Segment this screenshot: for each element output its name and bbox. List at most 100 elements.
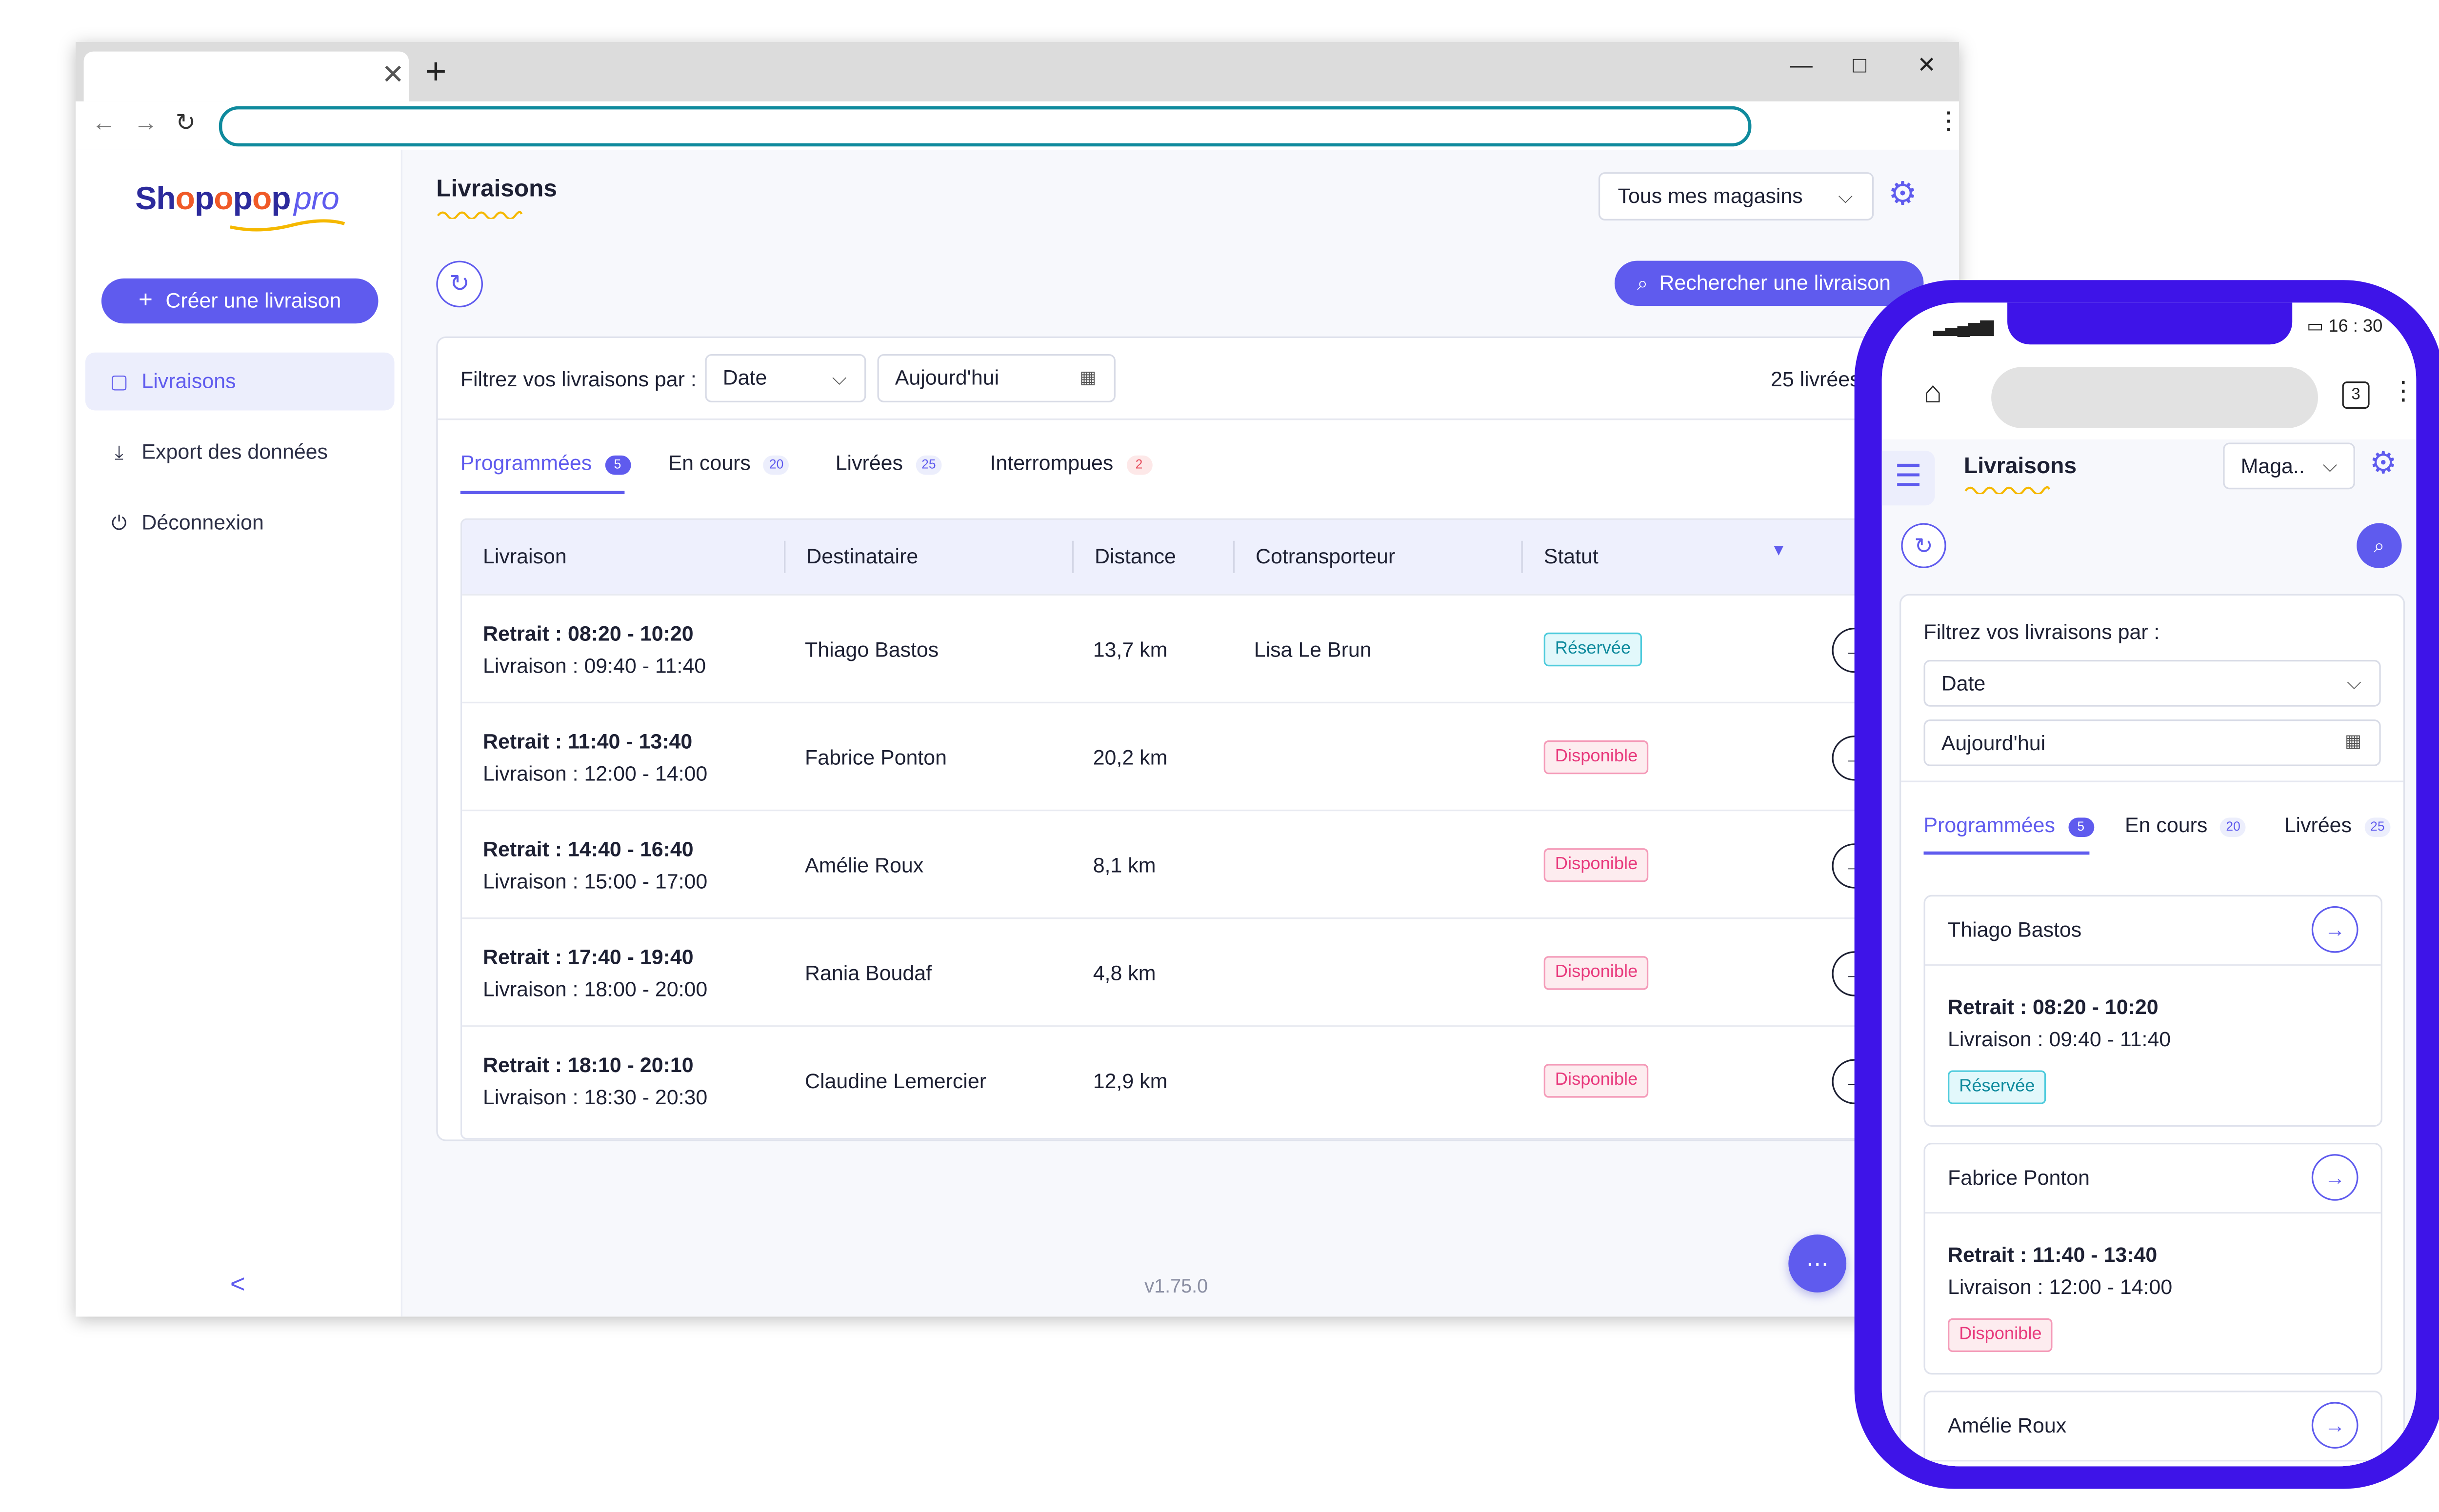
column-header[interactable]: Statut: [1544, 544, 1599, 570]
home-icon[interactable]: ⌂: [1924, 377, 1942, 412]
tab-count-icon[interactable]: 3: [2342, 381, 2370, 409]
arrow-right-icon[interactable]: →: [2311, 1154, 2359, 1201]
shopopop-logo[interactable]: Shopopop pro: [135, 180, 339, 219]
table-header: Livraison Destinataire Distance Cotransp…: [462, 519, 1959, 594]
signal-icon: ▂▃▄▅▆: [1933, 317, 1994, 337]
delivery-card[interactable]: Amélie Roux →: [1923, 1391, 2382, 1467]
sidebar-item-logout[interactable]: ⏻ Déconnexion: [85, 494, 395, 552]
table-row[interactable]: Retrait : 17:40 - 19:40 Livraison : 18:0…: [462, 917, 1959, 1027]
status-badge: Réservée: [1543, 632, 1642, 667]
close-tab-icon[interactable]: ✕: [381, 60, 404, 90]
search-button[interactable]: ⌕: [2357, 523, 2402, 568]
filter-type-select[interactable]: Date ⌵: [1923, 660, 2381, 707]
delivery-card-header: Thiago Bastos →: [1925, 896, 2381, 966]
forward-arrow-icon[interactable]: →: [134, 110, 158, 137]
menu-kebab-icon[interactable]: ⋮: [2391, 377, 2417, 409]
chat-icon: ⋯: [1806, 1251, 1829, 1276]
gear-icon[interactable]: ⚙: [1888, 177, 1917, 213]
tab-livrees[interactable]: Livrées 25: [836, 451, 942, 477]
power-icon: ⏻: [111, 512, 127, 535]
title-squiggle-icon: [1964, 486, 2050, 495]
collapse-sidebar-icon[interactable]: <: [230, 1272, 245, 1300]
divider: [438, 418, 1959, 420]
arrow-right-icon[interactable]: →: [2311, 1402, 2359, 1449]
status-badge: Disponible: [1543, 956, 1649, 990]
sidebar-item-livraisons[interactable]: ▢ Livraisons: [85, 352, 395, 411]
table-row[interactable]: Retrait : 11:40 - 13:40 Livraison : 12:0…: [462, 701, 1959, 812]
deliveries-table: Livraison Destinataire Distance Cotransp…: [460, 518, 1959, 1140]
menu-kebab-icon[interactable]: ⋮: [1937, 108, 1959, 137]
mobile-address-bar[interactable]: [1991, 367, 2318, 428]
sidebar-item-export[interactable]: ⤓ Export des données: [85, 423, 395, 481]
deliveries-card: Filtrez vos livraisons par : Date ⌵ Aujo…: [1899, 594, 2405, 1467]
refresh-icon: ↻: [449, 270, 470, 298]
browser-window: ✕ + — □ ✕ ← → ↻ ⋮ Shopopop pro + Créer u…: [76, 41, 1959, 1317]
back-arrow-icon[interactable]: ←: [92, 110, 116, 137]
delivery-card-header: Amélie Roux →: [1925, 1393, 2381, 1462]
app-version: v1.75.0: [1144, 1274, 1208, 1297]
app-area: Shopopop pro + Créer une livraison ▢ Livrai…: [76, 149, 1959, 1317]
deliveries-card: Filtrez vos livraisons par : Date ⌵ Aujo…: [436, 336, 1959, 1141]
gear-icon[interactable]: ⚙: [2370, 447, 2397, 483]
tab-count-badge: 5: [604, 455, 631, 475]
date-picker[interactable]: Aujourd'hui ▦: [1923, 719, 2381, 766]
tab-en-cours[interactable]: En cours 20: [2125, 813, 2246, 839]
mobile-browser-bar: ⌂ 3 ⋮: [1881, 363, 2417, 439]
tab-livrees[interactable]: Livrées 25: [2284, 813, 2391, 839]
delivered-count: 25 livrées: [1771, 367, 1860, 391]
delivery-card[interactable]: Thiago Bastos → Retrait : 08:20 - 10:20 …: [1923, 895, 2382, 1127]
active-tab-indicator: [1923, 851, 2090, 855]
plus-icon: +: [139, 286, 153, 314]
chevron-down-icon: ⌵: [1838, 185, 1853, 208]
filter-type-select[interactable]: Date ⌵: [705, 354, 866, 402]
store-select[interactable]: Maga.. ⌵: [2223, 442, 2355, 490]
close-window-icon[interactable]: ✕: [1917, 52, 1936, 78]
reload-icon[interactable]: ↻: [176, 110, 196, 137]
mobile-app: ☰ Livraisons Maga.. ⌵ ⚙ ↻ ⌕ Filtrez vos …: [1881, 439, 2417, 1467]
phone-screen: ▂▃▄▅▆ ▭ 16 : 30 ⌂ 3 ⋮ ☰ Livraisons Maga.…: [1881, 302, 2417, 1467]
delivery-card-header: Fabrice Ponton →: [1925, 1144, 2381, 1214]
table-row[interactable]: Retrait : 14:40 - 16:40 Livraison : 15:0…: [462, 809, 1959, 919]
address-bar[interactable]: [219, 106, 1752, 147]
filter-icon[interactable]: ▼: [1771, 542, 1787, 560]
page-title: Livraisons: [436, 175, 557, 203]
status-badge: Disponible: [1543, 1064, 1649, 1098]
status-badge: Réservée: [1948, 1070, 2046, 1104]
tab-programmees[interactable]: Programmées 5: [1924, 813, 2094, 839]
tab-en-cours[interactable]: En cours 20: [668, 451, 790, 477]
tab-programmees[interactable]: Programmées 5: [460, 451, 631, 477]
chat-bubble-button[interactable]: ⋯: [1788, 1234, 1847, 1293]
page-title: Livraisons: [1964, 452, 2077, 478]
refresh-icon: ↻: [1914, 533, 1933, 559]
refresh-button[interactable]: ↻: [436, 260, 483, 308]
date-picker[interactable]: Aujourd'hui ▦: [877, 354, 1116, 402]
search-delivery-button[interactable]: ⌕ Rechercher une livraison: [1614, 260, 1924, 306]
column-header[interactable]: Destinataire: [806, 544, 918, 570]
calendar-icon: ▦: [1079, 368, 1097, 388]
browser-tab[interactable]: ✕: [83, 51, 409, 101]
chevron-down-icon: ⌵: [832, 367, 847, 390]
tab-interrompues[interactable]: Interrompues 2: [990, 451, 1152, 477]
calendar-icon: ▦: [2344, 732, 2362, 752]
battery-icon: ▭: [2306, 317, 2329, 337]
main-content: Livraisons Tous mes magasins ⌵ ⚙ ↻ ⌕ Rech…: [402, 150, 1959, 1316]
delivery-card[interactable]: Fabrice Ponton → Retrait : 11:40 - 13:40…: [1923, 1143, 2382, 1375]
minimize-icon[interactable]: —: [1790, 52, 1813, 78]
arrow-right-icon[interactable]: →: [2311, 906, 2359, 953]
filter-label: Filtrez vos livraisons par :: [1923, 619, 2160, 644]
search-icon: ⌕: [2374, 534, 2385, 557]
tab-count-badge: 2: [1126, 455, 1152, 475]
battery-status: ▭ 16 : 30: [2306, 317, 2383, 337]
column-header[interactable]: Distance: [1095, 544, 1176, 570]
download-icon: ⤓: [115, 441, 123, 464]
column-header[interactable]: Cotransporteur: [1256, 544, 1395, 570]
hamburger-menu-icon[interactable]: ☰: [1881, 451, 1935, 506]
maximize-icon[interactable]: □: [1853, 52, 1866, 78]
new-tab-icon[interactable]: +: [425, 50, 446, 92]
store-select[interactable]: Tous mes magasins ⌵: [1598, 172, 1874, 221]
table-row[interactable]: Retrait : 08:20 - 10:20 Livraison : 09:4…: [462, 594, 1959, 704]
column-header[interactable]: Livraison: [483, 544, 567, 570]
table-row[interactable]: Retrait : 18:10 - 20:10 Livraison : 18:3…: [462, 1025, 1959, 1135]
create-delivery-button[interactable]: + Créer une livraison: [101, 278, 379, 324]
refresh-button[interactable]: ↻: [1901, 523, 1946, 568]
